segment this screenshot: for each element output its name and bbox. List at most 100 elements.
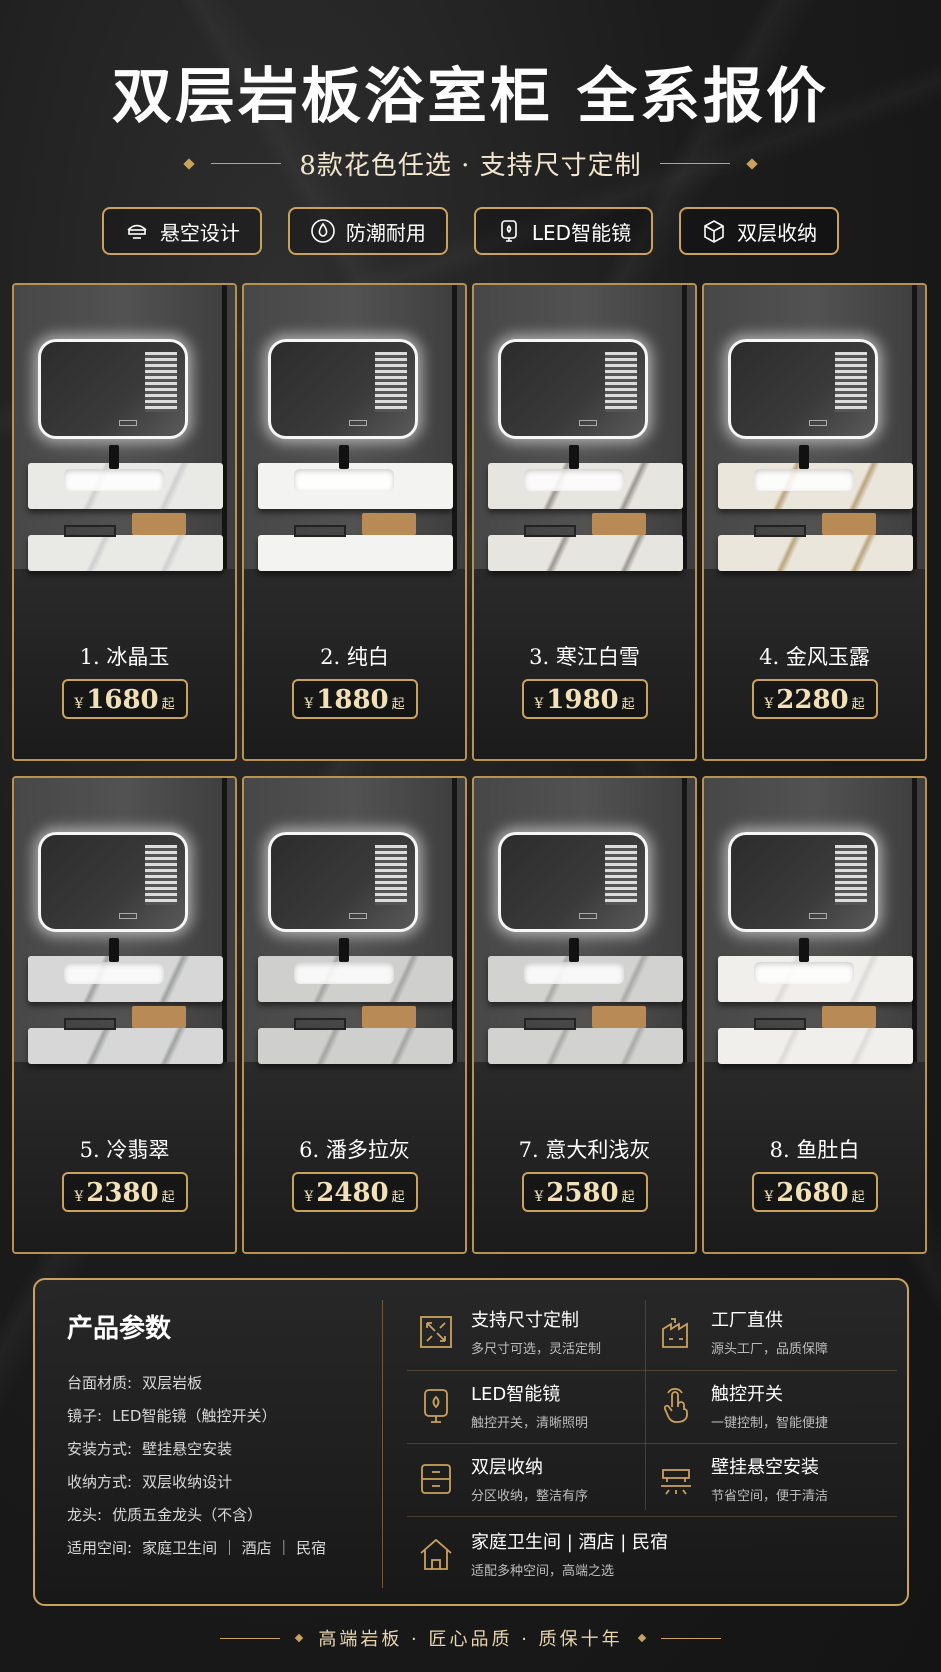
price-suffix: 起 [621,1190,635,1205]
faucet [569,938,579,962]
product-name: 2. 纯白 [320,645,389,669]
price-tag: ¥ 1680 起 [61,679,188,719]
led-mirror-image [498,832,648,932]
diamond-ornament [637,1633,646,1643]
factory-icon [662,1317,688,1348]
sink-basin [64,469,164,491]
wall-pipe [222,778,227,1063]
feature-tags: 悬空设计 防潮耐用 LED智能镜 双层收纳 [0,207,941,255]
spec-value: 家庭卫生间 ｜ 酒店 ｜ 民宿 [142,1539,327,1557]
sink-basin [754,469,854,491]
divider-line [211,163,282,164]
feature-label: LED智能镜 [531,220,632,245]
led-mirror-image [38,832,188,932]
product-name: 1. 冰晶玉 [79,645,170,669]
price-value: 1680 [86,685,159,715]
mirror-touch-buttons [119,913,137,919]
page-title: 双层岩板浴室柜 全系报价 [112,62,829,132]
params-title: 产品参数 [67,1314,172,1344]
product-card[interactable]: 7. 意大利浅灰 ¥ 2580 起 [472,776,697,1254]
floating-cabinet-icon [127,224,147,239]
param-item-title: 工厂直供 [711,1310,783,1331]
currency-symbol: ¥ [534,696,544,712]
product-params-panel: 产品参数 台面材质: 双层岩板 镜子: LED智能镜（触控开关） 安装方式: 壁挂悬空安装… [33,1278,909,1606]
price-suffix: 起 [161,1190,175,1205]
led-mirror-image [498,339,648,439]
product-card[interactable]: 2. 纯白 ¥ 1880 起 [242,283,467,761]
water-drop-icon [311,219,335,243]
currency-symbol: ¥ [304,696,314,712]
spec-key: 安装方式: [67,1440,133,1458]
spec-row: 收纳方式: 双层收纳设计 [67,1471,326,1504]
param-item-title: LED智能镜 [471,1384,561,1405]
divider-line [220,1637,281,1639]
stone-lower-shelf [28,535,223,571]
param-item-title: 壁挂悬空安装 [711,1457,819,1478]
price-suffix: 起 [391,697,405,712]
spec-value: 优质五金龙头（不含） [112,1506,263,1524]
param-item-touch-switch: 触控开关 一键控制，智能便捷 [657,1380,828,1431]
wire-tray [64,1018,116,1030]
price-value: 1980 [546,685,619,715]
product-name: 5. 冷翡翠 [79,1138,170,1162]
storage-basket [592,513,646,535]
window-blinds-reflection [605,845,637,905]
window-blinds-reflection [375,352,407,412]
led-mirror-image [268,339,418,439]
diamond-ornament [183,157,195,170]
price-tag: ¥ 1880 起 [291,679,418,719]
faucet [339,445,349,469]
feature-tag-floating: 悬空设计 [101,207,262,255]
faucet [799,445,809,469]
product-name: 6. 潘多拉灰 [299,1138,410,1162]
window-blinds-reflection [605,352,637,412]
led-mirror-image [38,339,188,439]
product-card[interactable]: 4. 金风玉露 ¥ 2280 起 [702,283,927,761]
wire-tray [294,525,346,537]
spec-row: 安装方式: 壁挂悬空安装 [67,1438,326,1471]
wire-tray [524,525,576,537]
price-tag: ¥ 2680 起 [751,1172,878,1212]
window-blinds-reflection [145,352,177,412]
led-mirror-icon [501,220,517,242]
param-item-led-mirror: LED智能镜 触控开关，清晰照明 [417,1380,588,1431]
led-mirror-image [268,832,418,932]
grid-separator [407,1370,897,1371]
window-blinds-reflection [145,845,177,905]
product-card[interactable]: 5. 冷翡翠 ¥ 2380 起 [12,776,237,1254]
param-item-sub: 适配多种空间，高端之选 [471,1564,615,1579]
faucet [569,445,579,469]
price-value: 2280 [776,685,849,715]
mirror-touch-buttons [349,913,367,919]
house-icon [420,1538,452,1570]
product-card[interactable]: 3. 寒江白雪 ¥ 1980 起 [472,283,697,761]
param-item-sub: 一键控制，智能便捷 [711,1416,829,1431]
wall-pipe [912,285,917,570]
price-tag: ¥ 2280 起 [751,679,878,719]
spec-key: 龙头: [67,1506,103,1524]
wall-pipe [682,285,687,570]
sink-basin [754,962,854,984]
divider-line [659,163,730,164]
faucet [799,938,809,962]
currency-symbol: ¥ [304,1189,314,1205]
product-card[interactable]: 6. 潘多拉灰 ¥ 2480 起 [242,776,467,1254]
product-card[interactable]: 1. 冰晶玉 ¥ 1680 起 [12,283,237,761]
currency-symbol: ¥ [74,696,84,712]
stone-lower-shelf [258,1028,453,1064]
product-grid: 1. 冰晶玉 ¥ 1680 起 2. 纯白 ¥ 1880 起 3. 寒江白雪 ¥… [12,283,929,1254]
faucet [109,445,119,469]
feature-tag-storage: 双层收纳 [679,207,840,255]
resize-icon [420,1315,452,1348]
param-item-title: 触控开关 [711,1384,783,1405]
price-value: 2380 [86,1178,159,1208]
product-card[interactable]: 8. 鱼肚白 ¥ 2680 起 [702,776,927,1254]
spec-row: 适用空间: 家庭卫生间 ｜ 酒店 ｜ 民宿 [67,1537,326,1570]
storage-basket [132,513,186,535]
touch-hand-icon [663,1387,688,1423]
spec-value: LED智能镜（触控开关） [112,1407,277,1425]
mirror-touch-buttons [579,913,597,919]
wall-pipe [682,778,687,1063]
faucet [109,938,119,962]
price-tag: ¥ 2380 起 [61,1172,188,1212]
